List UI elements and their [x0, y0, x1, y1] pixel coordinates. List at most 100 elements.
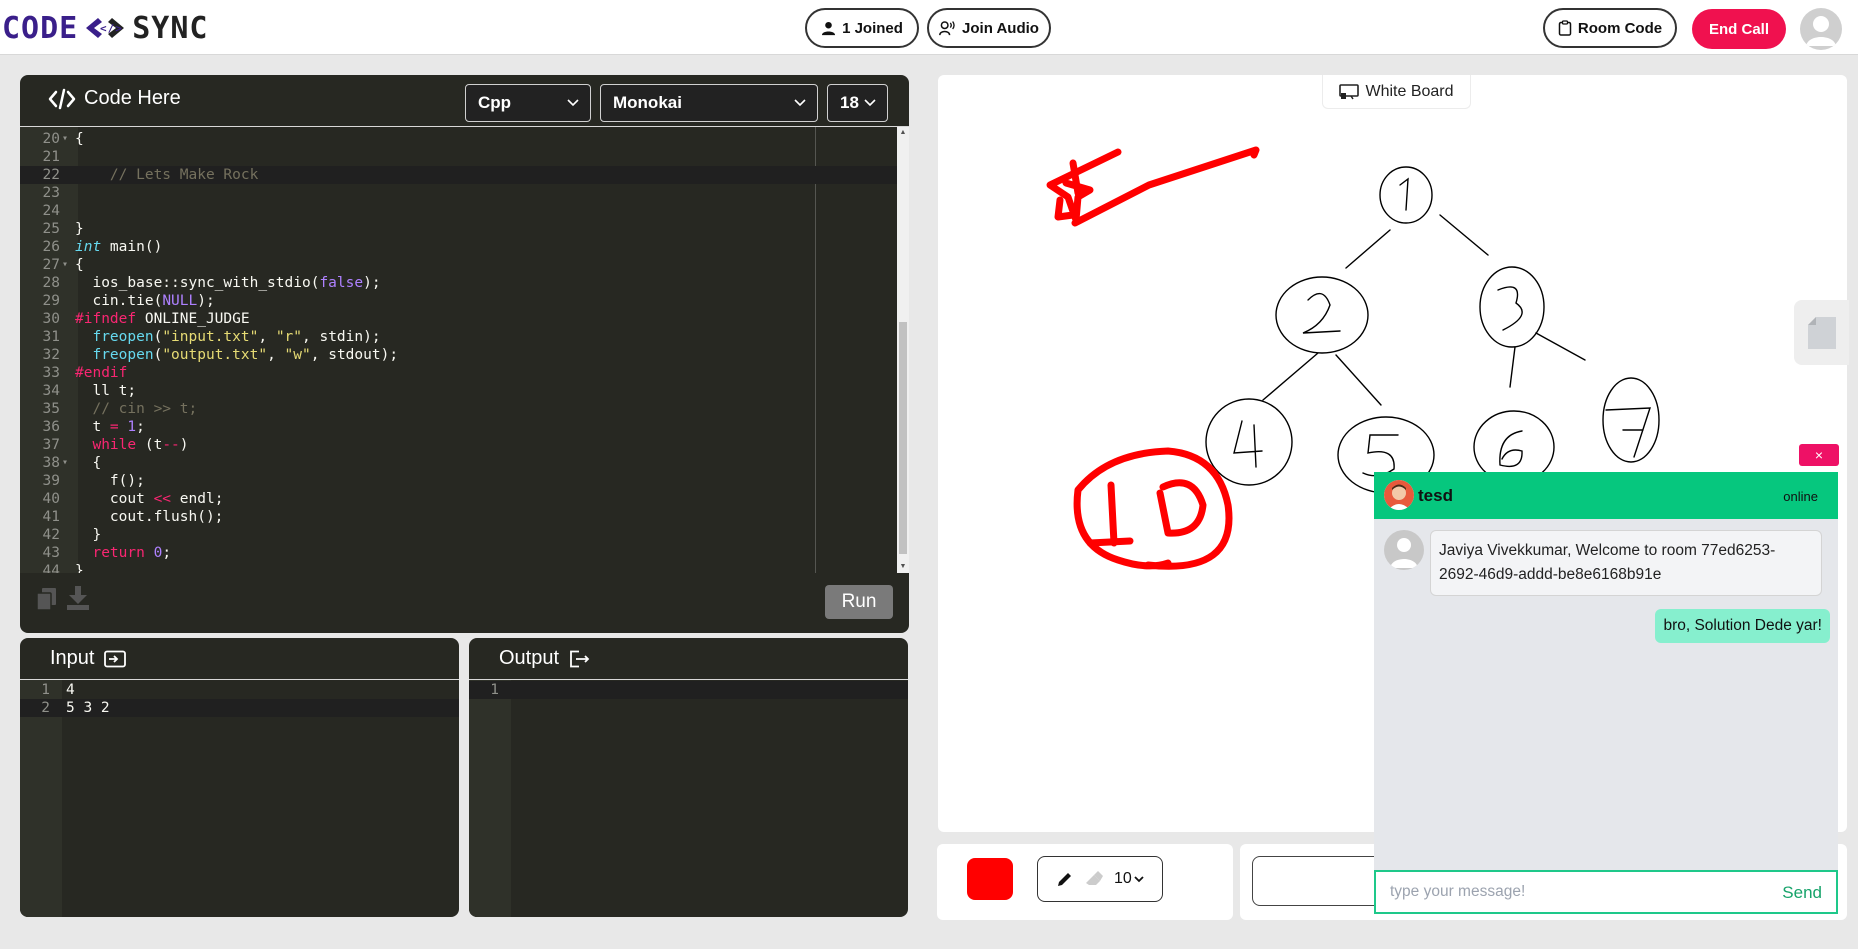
- code-line[interactable]: 40 cout << endl;: [20, 490, 897, 508]
- code-line[interactable]: 42 }: [20, 526, 897, 544]
- code-line[interactable]: 25}: [20, 220, 897, 238]
- line-number: 42: [42, 527, 60, 543]
- fold-toggle-icon[interactable]: ▾: [62, 454, 74, 472]
- code-text: int main(): [75, 239, 163, 255]
- join-audio-button[interactable]: Join Audio: [927, 8, 1051, 48]
- code-line[interactable]: 27 ▾{: [20, 256, 897, 274]
- code-line[interactable]: 23: [20, 184, 897, 202]
- color-picker[interactable]: [967, 858, 1013, 900]
- send-button[interactable]: Send: [1782, 883, 1822, 903]
- chat-close-button[interactable]: ×: [1799, 444, 1839, 466]
- page-panel-toggle[interactable]: [1794, 300, 1849, 365]
- code-text: #ifndef ONLINE_JUDGE: [75, 311, 250, 327]
- user-avatar-icon: [1806, 16, 1836, 46]
- input-icon: [104, 650, 127, 667]
- editor-title: Code Here: [48, 87, 181, 110]
- end-call-button[interactable]: End Call: [1692, 9, 1786, 49]
- logo: CODE </> SYNC: [2, 10, 209, 46]
- eraser-icon[interactable]: [1084, 870, 1104, 888]
- code-line[interactable]: 26 int main(): [20, 238, 897, 256]
- theme-select[interactable]: Monokai: [600, 84, 818, 122]
- editor-title-text: Code Here: [84, 87, 181, 109]
- io-line[interactable]: 1: [469, 681, 908, 699]
- line-number: 36: [42, 419, 60, 435]
- code-line[interactable]: 29 cin.tie(NULL);: [20, 292, 897, 310]
- run-label: Run: [841, 591, 877, 612]
- close-icon: ×: [1814, 447, 1824, 463]
- line-number: 20: [42, 131, 60, 147]
- scroll-up-icon[interactable]: ▲: [899, 129, 907, 137]
- editor-footer: Run: [20, 573, 909, 633]
- code-text: return 0;: [92, 545, 172, 561]
- code-text: #endif: [75, 365, 128, 381]
- code-line[interactable]: 41 cout.flush();: [20, 508, 897, 526]
- code-line[interactable]: 36 t = 1;: [20, 418, 897, 436]
- run-button[interactable]: Run: [825, 585, 893, 619]
- message-input[interactable]: type your message!: [1390, 883, 1525, 901]
- scroll-down-icon[interactable]: ▼: [899, 563, 907, 571]
- code-text: freopen("input.txt", "r", stdin);: [92, 329, 381, 345]
- copy-icon[interactable]: [36, 587, 58, 611]
- code-text: {: [75, 455, 102, 471]
- code-line[interactable]: 34 ll t;: [20, 382, 897, 400]
- brush-size-value[interactable]: 10: [1114, 870, 1132, 888]
- clipboard-icon: [1558, 20, 1572, 36]
- editor-scrollbar[interactable]: ▲ ▼: [897, 127, 909, 573]
- code-line[interactable]: 20 ▾{: [20, 130, 897, 148]
- output-header: Output: [469, 638, 908, 680]
- line-number: 1: [41, 682, 50, 698]
- line-number: 34: [42, 383, 60, 399]
- chat-status: online: [1783, 489, 1818, 504]
- joined-label: 1 Joined: [842, 19, 903, 37]
- user-avatar-icon: [1384, 480, 1414, 510]
- code-line[interactable]: 37 while (t--): [20, 436, 897, 454]
- code-line[interactable]: 24: [20, 202, 897, 220]
- chat-header: tesd online: [1374, 472, 1838, 519]
- code-line[interactable]: 35 // cin >> t;: [20, 400, 897, 418]
- fold-toggle-icon[interactable]: ▾: [62, 130, 74, 148]
- room-code-button[interactable]: Room Code: [1543, 8, 1677, 48]
- chevron-down-icon: [864, 99, 876, 107]
- code-line[interactable]: 30 #ifndef ONLINE_JUDGE: [20, 310, 897, 328]
- code-line[interactable]: 33 #endif: [20, 364, 897, 382]
- io-line[interactable]: 2 5 3 2: [20, 699, 459, 717]
- code-line[interactable]: 38 ▾ {: [20, 454, 897, 472]
- code-line[interactable]: 44}: [20, 562, 897, 573]
- chevron-down-icon[interactable]: [1134, 874, 1144, 884]
- font-size-select[interactable]: 18: [827, 84, 888, 122]
- code-line[interactable]: 28 ios_base::sync_with_stdio(false);: [20, 274, 897, 292]
- incoming-message: Javiya Vivekkumar, Welcome to room 77ed6…: [1430, 530, 1822, 596]
- scrollbar-thumb[interactable]: [899, 322, 907, 554]
- language-select[interactable]: Cpp: [465, 84, 591, 122]
- code-line[interactable]: 32 freopen("output.txt", "w", stdout);: [20, 346, 897, 364]
- output-text-area[interactable]: 1: [469, 680, 908, 917]
- code-line[interactable]: 43 return 0;: [20, 544, 897, 562]
- profile-avatar[interactable]: [1800, 8, 1842, 50]
- chevron-down-icon: [794, 99, 806, 107]
- whiteboard-tab-label: White Board: [1365, 82, 1454, 100]
- chat-window: tesd online Javiya Vivekkumar, Welcome t…: [1374, 472, 1838, 914]
- line-number: 37: [42, 437, 60, 453]
- room-code-label: Room Code: [1577, 19, 1663, 37]
- code-text: f();: [75, 473, 145, 489]
- fold-toggle-icon[interactable]: ▾: [62, 256, 74, 274]
- code-line[interactable]: 21: [20, 148, 897, 166]
- code-editor-panel: Code Here Cpp Monokai 18 20 ▾{21 22 // Let…: [20, 75, 909, 633]
- input-text-area[interactable]: 142 5 3 2: [20, 680, 459, 917]
- line-number: 41: [42, 509, 60, 525]
- user-avatar-icon: [1390, 538, 1418, 568]
- joined-button[interactable]: 1 Joined: [805, 8, 919, 48]
- download-icon[interactable]: [66, 585, 90, 611]
- code-text: cin.tie(NULL);: [75, 293, 215, 309]
- line-number: 29: [42, 293, 60, 309]
- line-number: 40: [42, 491, 60, 507]
- code-text-area[interactable]: 20 ▾{21 22 // Lets Make Rock 23 24 25} 26 int m…: [20, 127, 897, 573]
- line-number: 24: [42, 203, 60, 219]
- io-line[interactable]: 14: [20, 681, 459, 699]
- code-line[interactable]: 31 freopen("input.txt", "r", stdin);: [20, 328, 897, 346]
- code-line[interactable]: 39 f();: [20, 472, 897, 490]
- code-line[interactable]: 22 // Lets Make Rock: [20, 166, 897, 184]
- whiteboard-tab[interactable]: White Board: [1322, 75, 1471, 109]
- language-value: Cpp: [478, 93, 512, 112]
- pencil-icon[interactable]: [1056, 870, 1074, 888]
